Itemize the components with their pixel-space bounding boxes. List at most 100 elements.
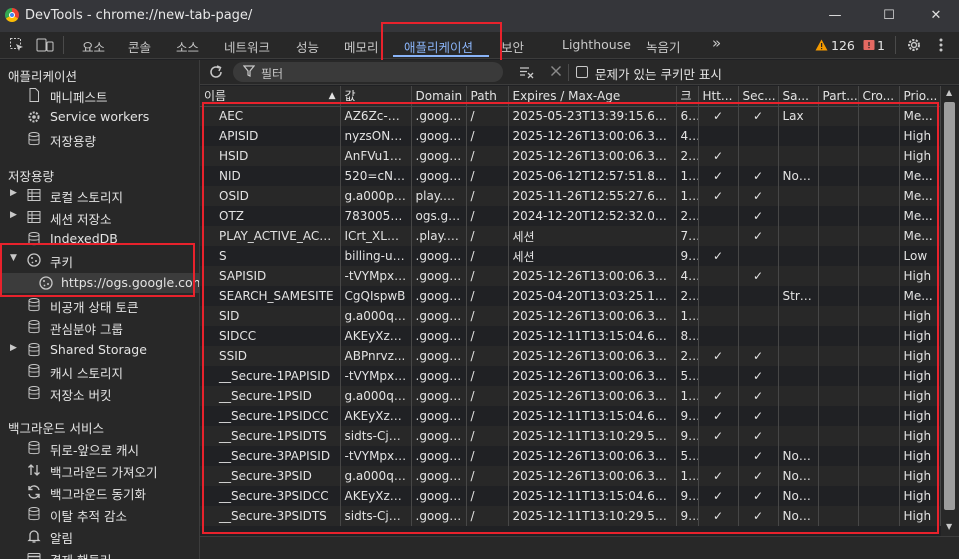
tab-application[interactable]: 애플리케이션 [404, 37, 473, 56]
table-row[interactable]: __Secure-3PSID g.a000qg... .googl.../2025-… [200, 466, 941, 486]
cell-expires: 2025-12-26T13:00:06.359Z [508, 126, 677, 146]
table-row[interactable]: __Secure-1PSIDCC AKEyXzW... .googl.../2025… [200, 406, 941, 426]
column-header-priority[interactable]: Prio... [899, 86, 941, 107]
table-row[interactable]: NID 520=cNx... .googl.../2025-06-12T12:57:… [200, 166, 941, 186]
tab-elements[interactable]: 요소 [82, 37, 105, 56]
column-header-size[interactable]: 크 [676, 86, 699, 107]
sidebar-item-shared-storage[interactable]: ▶ Shared Storage [0, 340, 199, 360]
sidebar-item-bfcache[interactable]: 뒤로-앞으로 캐시 [0, 438, 199, 458]
sidebar-item-local-storage[interactable]: ▶ 로컬 스토리지 [0, 185, 199, 205]
sidebar-item-service-workers[interactable]: Service workers [0, 107, 199, 127]
database-icon [26, 131, 42, 147]
warning-icon[interactable] [815, 39, 828, 51]
expand-arrow-icon[interactable]: ▶ [10, 188, 17, 198]
table-row[interactable]: AEC AZ6Zc-U... .googl.../2025-05-23T13:39:… [200, 106, 941, 126]
expand-arrow-icon[interactable]: ▶ [10, 343, 17, 353]
column-header-secure[interactable]: Sec... [738, 86, 779, 107]
table-row[interactable]: __Secure-3PSIDTS sidts-CjE... .googl.../20… [200, 506, 941, 526]
table-row[interactable]: __Secure-1PAPISID -tVYMpxs... .googl.../20… [200, 366, 941, 386]
close-button[interactable]: ✕ [925, 6, 947, 26]
scroll-down-arrow-icon[interactable]: ▼ [946, 522, 952, 531]
table-scrollbar[interactable]: ▲ ▼ [941, 86, 959, 536]
table-row[interactable]: SEARCH_SAMESITE CgQIspwB .googl.../2025-04… [200, 286, 941, 306]
table-row[interactable]: OSID g.a000pQ... play.g.../2025-11-26T12:5… [200, 186, 941, 206]
error-count[interactable]: 1 [877, 38, 885, 53]
table-row[interactable]: SSID ABPnrvz... .googl.../2025-12-26T13:00… [200, 346, 941, 366]
table-grid-icon [26, 209, 42, 225]
filter-input[interactable]: 필터 [233, 62, 503, 82]
sidebar-item-cookie-origin[interactable]: https://ogs.google.com [0, 273, 199, 293]
cell-value: g.a000pQ... [340, 186, 412, 206]
sidebar-item-label: 저장소 버킷 [50, 388, 112, 403]
cell-cross-site [858, 366, 900, 386]
device-toolbar-icon[interactable] [36, 37, 54, 53]
tab-recorder[interactable]: 녹음기 [646, 37, 681, 56]
tab-security[interactable]: 보안 [501, 37, 524, 56]
column-header-name[interactable]: 이름 ▲ [200, 86, 341, 107]
column-header-cross-site[interactable]: Cro... [858, 86, 900, 107]
sidebar-item-indexeddb[interactable]: IndexedDB [0, 229, 199, 249]
settings-gear-icon[interactable] [906, 37, 922, 53]
cell-name: __Secure-1PSID [200, 386, 341, 406]
sidebar-item-background-fetch[interactable]: 백그라운드 가져오기 [0, 460, 199, 480]
tab-performance[interactable]: 성능 [296, 37, 319, 56]
sidebar-item-bounce-tracking[interactable]: 이탈 추적 감소 [0, 504, 199, 524]
table-row[interactable]: __Secure-1PSIDTS sidts-CjE... .googl.../20… [200, 426, 941, 446]
document-icon [26, 87, 42, 103]
column-header-partition-key[interactable]: Part... [818, 86, 859, 107]
table-row[interactable]: PLAY_ACTIVE_ACC... ICrt_XL61... .play.g...… [200, 226, 941, 246]
sidebar-item-storage[interactable]: 저장용량 [0, 129, 199, 149]
cell-name: SEARCH_SAMESITE [200, 286, 341, 306]
column-header-path[interactable]: Path [466, 86, 509, 107]
tab-sources[interactable]: 소스 [176, 37, 199, 56]
column-header-samesite[interactable]: Sa... [778, 86, 819, 107]
expand-arrow-icon[interactable]: ▶ [10, 210, 17, 220]
maximize-button[interactable]: ☐ [878, 6, 900, 26]
sidebar-item-cache-storage[interactable]: 캐시 스토리지 [0, 361, 199, 381]
sidebar-item-payment-handler[interactable]: 결제 핸들러 [0, 548, 199, 559]
column-header-value[interactable]: 값 [340, 86, 412, 107]
table-row[interactable]: SIDCC AKEyXzVr... .googl.../2025-12-11T13:… [200, 326, 941, 346]
sidebar-item-manifest[interactable]: 매니페스트 [0, 85, 199, 105]
cell-cross-site [858, 406, 900, 426]
refresh-icon[interactable] [208, 64, 224, 80]
delete-all-icon[interactable] [550, 65, 562, 77]
more-options-icon[interactable] [938, 37, 944, 53]
sidebar-item-interest-groups[interactable]: 관심분야 그룹 [0, 317, 199, 337]
table-row[interactable]: SID g.a000qg... .googl.../2025-12-26T13:00… [200, 306, 941, 326]
sidebar-item-notifications[interactable]: 알림 [0, 526, 199, 546]
table-row[interactable]: __Secure-3PAPISID -tVYMpxs... .googl.../20… [200, 446, 941, 466]
scrollbar-thumb[interactable] [944, 102, 955, 510]
table-row[interactable]: __Secure-3PSIDCC AKEyXzW... .googl.../2025… [200, 486, 941, 506]
table-row[interactable]: Sbilling-ui-... .googl... / 세션 9... ✓ Low [200, 246, 941, 266]
cell-priority: High [899, 466, 941, 486]
minimize-button[interactable]: — [824, 6, 846, 26]
more-tabs-button[interactable]: » [712, 34, 721, 52]
tab-network[interactable]: 네트워크 [224, 37, 270, 56]
sidebar-item-private-state-tokens[interactable]: 비공개 상태 토큰 [0, 295, 199, 315]
collapse-arrow-icon[interactable]: ▼ [10, 253, 17, 263]
sidebar-item-session-storage[interactable]: ▶ 세션 저장소 [0, 207, 199, 227]
issues-only-checkbox[interactable] [576, 66, 588, 78]
tab-console[interactable]: 콘솔 [128, 37, 151, 56]
cell-cross-site [858, 426, 900, 446]
table-row[interactable]: SAPISID -tVYMpxs... .googl.../2025-12-26T1… [200, 266, 941, 286]
sidebar-item-background-sync[interactable]: 백그라운드 동기화 [0, 482, 199, 502]
sidebar-item-cookies[interactable]: ▼ 쿠키 [0, 250, 199, 270]
tab-lighthouse[interactable]: Lighthouse [562, 37, 631, 52]
sidebar-item-storage-buckets[interactable]: 저장소 버킷 [0, 383, 199, 403]
tab-memory[interactable]: 메모리 [344, 37, 379, 56]
column-header-httponly[interactable]: Htt... [698, 86, 739, 107]
warning-count[interactable]: 126 [831, 38, 855, 53]
table-row[interactable]: OTZ 7830053_... ogs.go.../2024-12-20T12:52… [200, 206, 941, 226]
table-row[interactable]: __Secure-1PSID g.a000qg... .googl.../2025-… [200, 386, 941, 406]
column-header-expires[interactable]: Expires / Max-Age [508, 86, 677, 107]
error-icon[interactable] [863, 39, 875, 51]
table-row[interactable]: APISID nyzsONe... .googl.../2025-12-26T13:… [200, 126, 941, 146]
clear-filtered-icon[interactable] [518, 64, 536, 80]
scroll-up-arrow-icon[interactable]: ▲ [946, 88, 952, 97]
column-header-domain[interactable]: Domain [411, 86, 467, 107]
inspect-element-icon[interactable] [9, 37, 25, 53]
cell-size: 2... [676, 286, 699, 306]
table-row[interactable]: HSID AnFVu1u... .googl.../2025-12-26T13:00… [200, 146, 941, 166]
